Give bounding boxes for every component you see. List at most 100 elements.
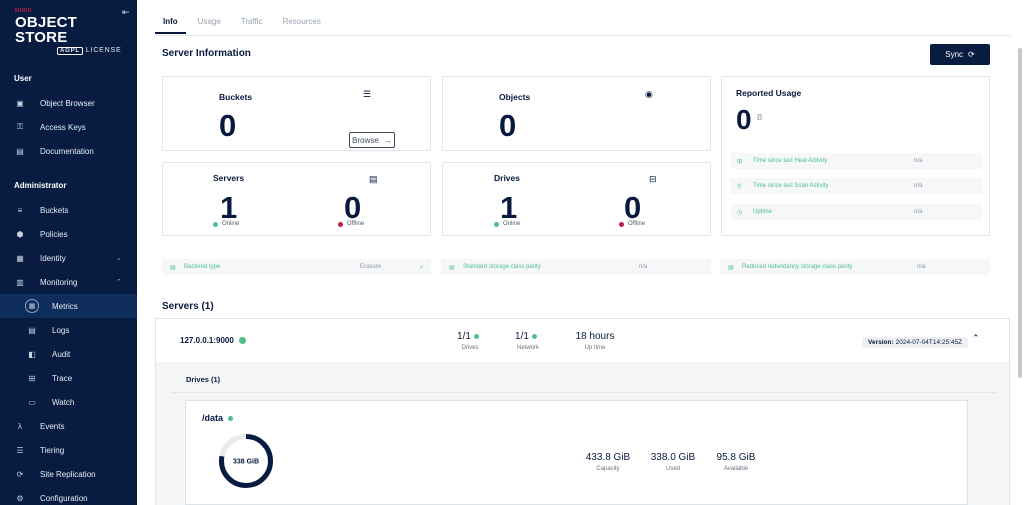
server-address-text: 127.0.0.1:9000 bbox=[180, 336, 234, 345]
sidebar-item-tiering[interactable]: ☰ Tiering bbox=[0, 439, 137, 461]
browse-button[interactable]: Browse → bbox=[349, 132, 395, 148]
server-uptime-stat: 18 hours Up time bbox=[570, 331, 620, 351]
sidebar-item-buckets[interactable]: ≡ Buckets bbox=[0, 199, 137, 221]
server-icon: ▤ bbox=[369, 174, 378, 184]
server-address: 127.0.0.1:9000 bbox=[180, 336, 250, 345]
chevron-down-icon: ⌄ bbox=[116, 255, 122, 262]
donut-label: 338 GiB bbox=[233, 459, 259, 466]
objects-icon: ◉ bbox=[645, 89, 653, 99]
server-network-label: Network bbox=[516, 345, 539, 351]
offline-dot bbox=[338, 221, 343, 227]
tab-usage[interactable]: Usage bbox=[190, 8, 229, 34]
servers-offline-count: 0 bbox=[344, 190, 362, 225]
sidebar-item-object-browser[interactable]: ▣ Object Browser bbox=[0, 92, 137, 114]
drive-path-text: /data bbox=[202, 413, 224, 423]
admin-section-label: Administrator bbox=[14, 181, 67, 190]
drives-offline-count: 0 bbox=[624, 190, 642, 225]
bucket-icon: ☰ bbox=[363, 89, 372, 99]
servers-label: Servers bbox=[213, 173, 245, 183]
tab-info[interactable]: Info bbox=[155, 8, 186, 34]
identity-icon: ▦ bbox=[16, 253, 24, 263]
tab-traffic[interactable]: Traffic bbox=[233, 8, 271, 34]
server-uptime-label: Up time bbox=[584, 345, 606, 351]
scrollbar[interactable] bbox=[1018, 48, 1022, 378]
sidebar-item-policies[interactable]: ⬢ Policies bbox=[0, 223, 137, 245]
sidebar-item-label: Identity bbox=[40, 253, 66, 263]
server-uptime-value: 18 hours bbox=[575, 331, 615, 342]
sidebar-item-label: Site Replication bbox=[40, 469, 96, 479]
monitoring-icon: ▥ bbox=[16, 277, 24, 287]
sidebar-item-label: Watch bbox=[52, 397, 75, 407]
drives-section-title: Drives (1) bbox=[186, 375, 221, 384]
sidebar-item-site-replication[interactable]: ⟳ Site Replication bbox=[0, 463, 137, 485]
standard-parity-row: ▤ Standard storage class parity n/a bbox=[441, 259, 711, 275]
storage-icon: ▤ bbox=[728, 264, 734, 271]
sidebar-item-logs[interactable]: ▤ Logs bbox=[0, 319, 137, 341]
standard-parity-label: Standard storage class parity bbox=[463, 264, 541, 270]
server-row[interactable]: 127.0.0.1:9000 1/1 Drives 1/1 Network 18 h… bbox=[155, 318, 1010, 363]
objects-label: Objects bbox=[499, 92, 531, 102]
offline-label: Offline bbox=[628, 221, 646, 227]
drives-divider bbox=[172, 392, 996, 393]
sidebar-item-documentation[interactable]: ▤ Documentation bbox=[0, 140, 137, 162]
sidebar-item-access-keys[interactable]: ⚿ Access Keys bbox=[0, 116, 137, 138]
sidebar-item-identity[interactable]: ▦ Identity ⌄ bbox=[0, 247, 137, 269]
sidebar-item-watch[interactable]: ▭ Watch bbox=[0, 391, 137, 413]
online-label: Online bbox=[503, 221, 521, 227]
sidebar: MINIO OBJECT STORE AGPL LICENSE ⇤ User ▣ O… bbox=[0, 0, 137, 505]
scan-activity-row: ⚲ Time since last Scan Activity n/a bbox=[731, 178, 982, 194]
tiering-icon: ☰ bbox=[16, 445, 24, 455]
logo[interactable]: MINIO OBJECT STORE AGPL LICENSE bbox=[15, 8, 130, 55]
sidebar-item-label: Documentation bbox=[40, 146, 94, 156]
version-label: Version: bbox=[868, 339, 894, 346]
scan-activity-label: Time since last Scan Activity bbox=[753, 183, 829, 189]
drive-capacity-stat: 433.8 GiB Capacity bbox=[580, 452, 636, 472]
heal-activity-value: n/a bbox=[914, 158, 923, 164]
sidebar-item-metrics[interactable]: ▦ Metrics bbox=[0, 294, 137, 318]
server-network-value: 1/1 bbox=[515, 331, 529, 342]
servers-offline-status: Offline bbox=[338, 221, 364, 227]
drive-capacity-value: 433.8 GiB bbox=[585, 452, 631, 463]
offline-dot bbox=[619, 221, 624, 227]
drive-icon: ⊟ bbox=[649, 174, 657, 184]
server-status-dot bbox=[238, 337, 246, 344]
sync-button[interactable]: Sync ⟳ bbox=[930, 44, 990, 65]
servers-section-title: Servers (1) bbox=[162, 301, 214, 312]
drive-status-dot bbox=[228, 415, 234, 421]
browse-label: Browse bbox=[352, 135, 379, 145]
refresh-icon: ⟳ bbox=[968, 50, 975, 59]
sidebar-item-trace[interactable]: ⊞ Trace bbox=[0, 367, 137, 389]
chevron-up-icon[interactable]: ⌃ bbox=[972, 333, 980, 344]
uptime-value: n/a bbox=[914, 209, 923, 215]
uptime-row: ◷ Uptime n/a bbox=[731, 204, 982, 220]
sidebar-item-monitoring[interactable]: ▥ Monitoring ⌃ bbox=[0, 271, 137, 293]
buckets-label: Buckets bbox=[219, 92, 253, 102]
user-section-label: User bbox=[14, 74, 32, 83]
servers-card: Servers ▤ 1 0 Online Offline bbox=[162, 162, 431, 236]
objects-card: Objects ◉ 0 bbox=[442, 76, 711, 151]
reported-usage-label: Reported Usage bbox=[736, 88, 802, 98]
sidebar-item-audit[interactable]: ◧ Audit bbox=[0, 343, 137, 365]
tab-resources[interactable]: Resources bbox=[275, 8, 329, 34]
sidebar-item-label: Logs bbox=[52, 325, 70, 335]
sidebar-item-label: Monitoring bbox=[40, 277, 78, 287]
buckets-count: 0 bbox=[219, 108, 237, 143]
sidebar-item-label: Trace bbox=[52, 373, 73, 383]
sidebar-item-configuration[interactable]: ⚙ Configuration bbox=[0, 487, 137, 505]
server-drives-stat: 1/1 Drives bbox=[452, 331, 488, 351]
drive-used-value: 338.0 GiB bbox=[650, 452, 696, 463]
collapse-sidebar-icon[interactable]: ⇤ bbox=[122, 7, 130, 18]
server-drives-label: Drives bbox=[461, 345, 479, 351]
tab-bar: Info Usage Traffic Resources bbox=[155, 8, 333, 36]
drives-status-dot bbox=[473, 334, 479, 339]
drive-available-value: 95.8 GiB bbox=[716, 452, 756, 463]
server-network-stat: 1/1 Network bbox=[510, 331, 546, 351]
drive-capacity-label: Capacity bbox=[596, 466, 620, 472]
offline-label: Offline bbox=[347, 221, 365, 227]
reported-usage-unit: B bbox=[757, 113, 763, 122]
version-value: 2024-07-04T14:25:45Z bbox=[895, 339, 963, 346]
backend-type-value: Erasure bbox=[360, 264, 382, 270]
heal-activity-label: Time since last Heal Activity bbox=[753, 158, 828, 164]
servers-online-count: 1 bbox=[220, 190, 238, 225]
sidebar-item-events[interactable]: λ Events bbox=[0, 415, 137, 437]
